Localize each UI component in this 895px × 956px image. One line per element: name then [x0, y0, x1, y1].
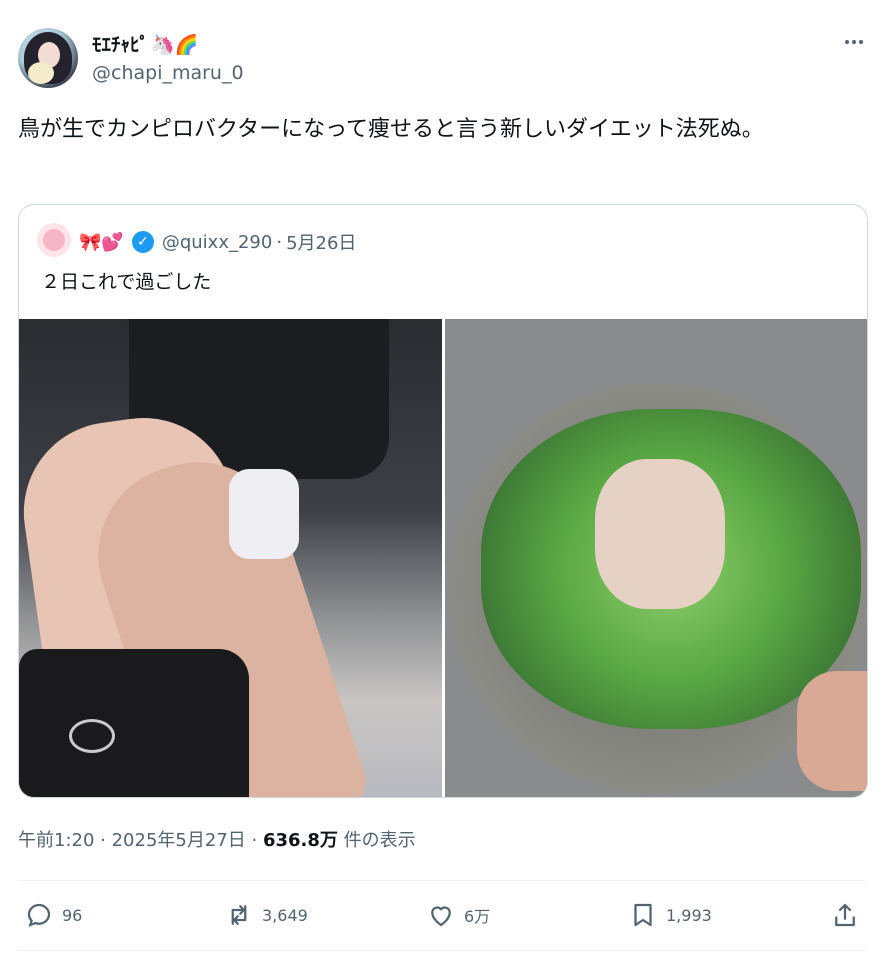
meta-sep: ·	[94, 830, 112, 851]
share-icon	[835, 903, 855, 927]
quoted-dot: ·	[276, 231, 283, 253]
avatar-plush	[28, 62, 54, 84]
author-name-emojis: 🦄🌈	[151, 34, 199, 56]
bookmark-icon	[634, 903, 652, 927]
divider	[18, 950, 866, 951]
retweet-icon	[231, 905, 247, 925]
quoted-image-legs[interactable]	[19, 319, 442, 797]
author-display-name[interactable]: ﾓｴﾁｬﾋﾟ	[92, 34, 149, 56]
share-button[interactable]	[830, 898, 860, 932]
reply-count: 96	[62, 905, 83, 925]
quoted-image-salad[interactable]	[445, 319, 867, 797]
like-icon	[431, 906, 451, 927]
view-count: 636.8万	[262, 830, 338, 851]
hand-shape	[797, 671, 867, 791]
retweet-button[interactable]: 3,649	[224, 898, 308, 932]
meta-sep: ·	[245, 830, 263, 851]
handbag-shape	[19, 649, 249, 797]
author-handle[interactable]: @chapi_maru_0	[92, 62, 244, 84]
quoted-name-emojis[interactable]: 🎀💕	[79, 232, 124, 253]
post-time[interactable]: 午前1:20	[18, 830, 94, 851]
views-label: 件の表示	[337, 830, 416, 851]
quoted-handle[interactable]: @quixx_290	[162, 232, 273, 253]
like-count: 6万	[464, 907, 491, 926]
reply-icon	[27, 903, 51, 927]
bag-logo	[69, 719, 115, 753]
bookmark-count: 1,993	[666, 905, 712, 925]
author-avatar[interactable]	[18, 28, 78, 88]
tweet-meta: 午前1:20 · 2025年5月27日 · 636.8万 件の表示	[18, 826, 416, 852]
quoted-text: ２日これで過ごした	[41, 271, 212, 293]
quoted-avatar[interactable]	[37, 223, 71, 257]
retweet-count: 3,649	[262, 905, 308, 925]
reply-button[interactable]: 96	[24, 898, 82, 932]
sock-shape	[229, 469, 299, 559]
avatar-character	[43, 229, 65, 251]
quoted-date[interactable]: 5月26日	[286, 229, 356, 255]
post-date[interactable]: 2025年5月27日	[112, 830, 246, 851]
chicken-pieces	[595, 459, 725, 609]
quoted-header: 🎀💕 ✓ @quixx_290 · 5月26日	[79, 229, 356, 255]
like-button[interactable]: 6万	[426, 898, 490, 932]
quoted-tweet[interactable]: 🎀💕 ✓ @quixx_290 · 5月26日 ２日これで過ごした	[18, 204, 868, 798]
author-name[interactable]: ﾓｴﾁｬﾋﾟ 🦄🌈	[92, 30, 198, 57]
more-icon[interactable]	[842, 30, 866, 60]
verified-icon: ✓	[131, 231, 154, 253]
tweet-text: 鳥が生でカンピロバクターになって痩せると言う新しいダイエット法死ぬ。	[18, 117, 764, 142]
divider	[18, 880, 866, 881]
bookmark-button[interactable]: 1,993	[628, 898, 712, 932]
